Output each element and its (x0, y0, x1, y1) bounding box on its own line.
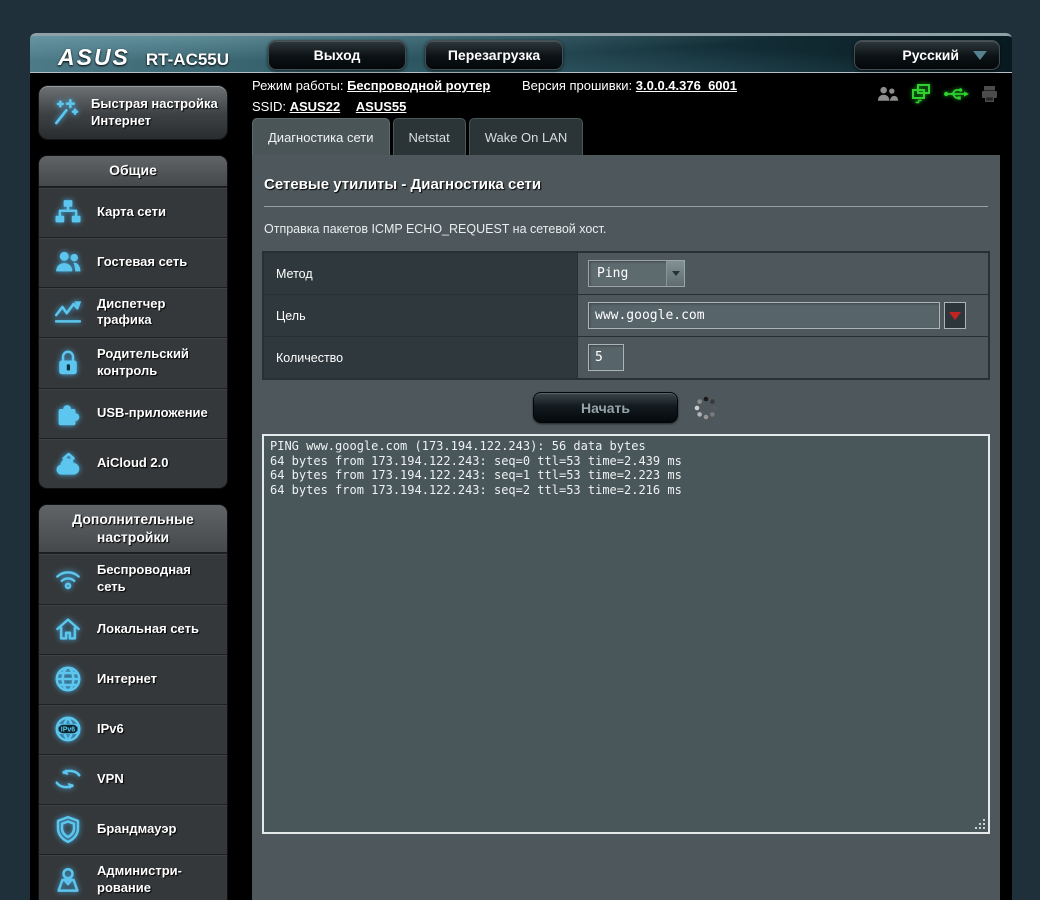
target-label: Цель (262, 294, 578, 337)
start-row: Начать (252, 392, 1000, 423)
asus-logo: ASUS (58, 44, 130, 70)
lock-icon (52, 348, 84, 378)
wifi-icon (52, 564, 84, 594)
router-admin-window: ASUS RT-AC55U Выход Перезагрузка Русский… (30, 33, 1012, 900)
vpn-arrows-icon (52, 764, 84, 794)
sidebar-item-guest-network[interactable]: Гостевая сеть (39, 236, 227, 287)
sidebar-item-vpn[interactable]: VPN (39, 753, 227, 804)
tab-netstat[interactable]: Netstat (392, 118, 466, 155)
infobar: Режим работы: Беспроводной роутер Версия… (252, 78, 737, 114)
start-button[interactable]: Начать (533, 392, 678, 423)
sidebar-section-general: Общие Карта сети Гостевая сеть Диспетчер… (38, 155, 228, 490)
ssid-link-1[interactable]: ASUS22 (290, 99, 341, 114)
house-icon (52, 614, 84, 644)
page-title: Сетевые утилиты - Диагностика сети (264, 155, 988, 207)
count-input[interactable] (588, 344, 624, 371)
shield-icon (52, 814, 84, 844)
target-dropdown-button[interactable] (944, 302, 967, 329)
form-row-target: Цель (262, 294, 990, 337)
cloud-icon (52, 449, 84, 479)
infobar-line2: SSID: ASUS22 ASUS55 (252, 99, 737, 114)
puzzle-icon (52, 399, 84, 429)
method-selected-value: Ping (597, 266, 629, 281)
clients-icon[interactable] (876, 84, 899, 104)
sidebar-item-traffic-manager[interactable]: Диспетчер трафика (39, 286, 227, 338)
svg-text:IPv6: IPv6 (61, 727, 76, 734)
red-arrow-icon (949, 311, 962, 320)
traffic-chart-icon (52, 297, 84, 327)
sidebar-item-administration[interactable]: Администри-рование (39, 853, 227, 900)
sidebar-item-aicloud[interactable]: AiCloud 2.0 (39, 438, 227, 488)
brand-area: ASUS RT-AC55U (58, 44, 229, 71)
select-arrow-icon (666, 261, 684, 286)
diagnostics-form: Метод Ping Цель Количество (262, 251, 990, 380)
ping-output-text: PING www.google.com (173.194.122.243): 5… (270, 439, 682, 497)
quick-setup-label: Быстрая настройка Интернет (91, 95, 218, 128)
sidebar-item-firewall[interactable]: Брандмауэр (39, 803, 227, 854)
ping-output-textarea[interactable]: PING www.google.com (173.194.122.243): 5… (262, 434, 990, 834)
sidebar-item-wireless[interactable]: Беспроводная сеть (39, 553, 227, 604)
quick-setup-button[interactable]: Быстрая настройка Интернет (38, 85, 228, 140)
sidebar-section-advanced: Дополнительные настройки Беспроводная се… (38, 504, 228, 900)
sidebar-item-lan[interactable]: Локальная сеть (39, 603, 227, 654)
ipv6-icon: IPv6 (52, 714, 84, 744)
logout-button[interactable]: Выход (268, 40, 406, 70)
magic-wand-icon (49, 97, 81, 129)
chevron-down-icon (973, 50, 987, 60)
tab-network-diagnostics[interactable]: Диагностика сети (252, 118, 390, 155)
usb-icon[interactable] (943, 85, 969, 103)
main-panel: Сетевые утилиты - Диагностика сети Отпра… (252, 155, 1000, 900)
mode-link[interactable]: Беспроводной роутер (347, 78, 490, 93)
language-dropdown[interactable]: Русский (854, 40, 1000, 70)
reboot-button[interactable]: Перезагрузка (425, 40, 563, 70)
mode-label: Режим работы: (252, 78, 344, 93)
sidebar: Быстрая настройка Интернет Общие Карта с… (38, 85, 228, 900)
section-title-advanced: Дополнительные настройки (39, 505, 227, 554)
top-banner: ASUS RT-AC55U Выход Перезагрузка Русский (30, 33, 1012, 73)
infobar-line1: Режим работы: Беспроводной роутер Версия… (252, 78, 737, 93)
guests-icon (52, 247, 84, 277)
method-select[interactable]: Ping (588, 260, 685, 287)
wired-network-icon[interactable] (910, 83, 932, 104)
ssid-label: SSID: (252, 99, 286, 114)
count-label: Количество (262, 336, 578, 380)
sidebar-item-wan[interactable]: Интернет (39, 653, 227, 704)
status-icons (876, 83, 999, 104)
method-label: Метод (262, 251, 578, 295)
router-model: RT-AC55U (145, 50, 230, 69)
admin-person-icon (52, 865, 84, 895)
sidebar-item-parental-control[interactable]: Родительский контроль (39, 337, 227, 388)
sidebar-item-usb-application[interactable]: USB-приложение (39, 388, 227, 438)
loading-spinner-icon (694, 396, 718, 419)
printer-icon[interactable] (980, 85, 999, 103)
firmware-label: Версия прошивки: (521, 78, 633, 93)
sidebar-item-ipv6[interactable]: IPv6 IPv6 (39, 703, 227, 754)
section-title-general: Общие (39, 156, 227, 187)
page-description: Отправка пакетов ICMP ECHO_REQUEST на се… (264, 222, 607, 236)
tab-wake-on-lan[interactable]: Wake On LAN (468, 118, 584, 155)
page: { "titlebar": { "brand": "ASUS", "model"… (0, 0, 1040, 900)
ssid-link-2[interactable]: ASUS55 (356, 99, 407, 114)
form-row-count: Количество (262, 336, 990, 380)
sitemap-icon (52, 197, 84, 227)
firmware-link[interactable]: 3.0.0.4.376_6001 (636, 78, 737, 93)
target-input[interactable] (588, 302, 940, 329)
resize-grip[interactable] (983, 827, 985, 829)
tab-bar: Диагностика сети Netstat Wake On LAN (252, 118, 586, 155)
globe-icon (52, 664, 84, 694)
sidebar-item-network-map[interactable]: Карта сети (39, 186, 227, 237)
language-label: Русский (902, 47, 959, 63)
form-row-method: Метод Ping (262, 251, 990, 295)
